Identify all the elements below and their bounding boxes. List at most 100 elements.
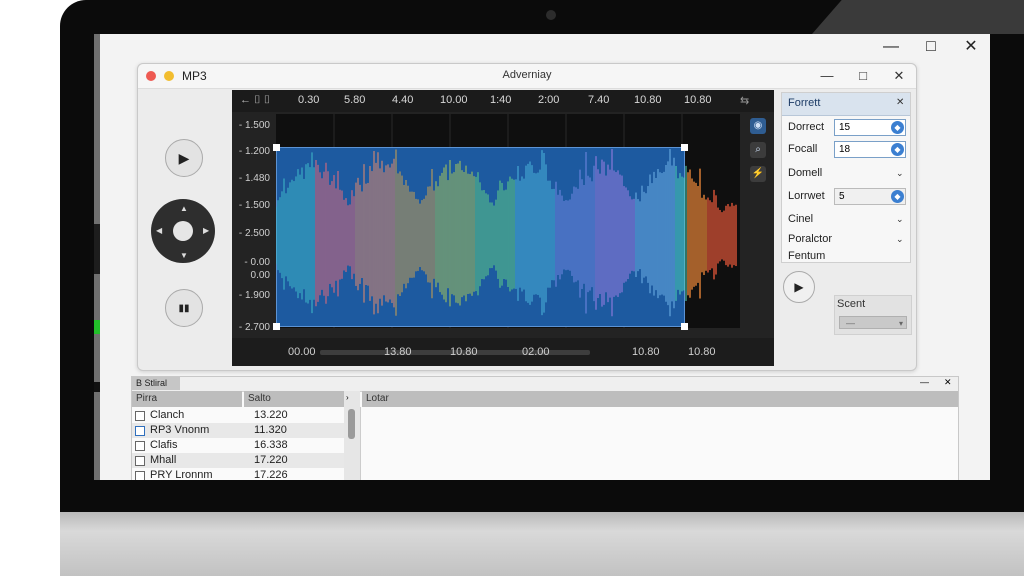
format-row-label: Lorrwet [788, 190, 825, 202]
format-panel-title: Forrett [788, 97, 821, 109]
table-row[interactable]: PRY Lronnm 17.226 [132, 468, 344, 480]
row-name: Clanch [150, 409, 185, 421]
navigation-pad[interactable]: ▲ ▼ ◀ ▶ [151, 199, 215, 263]
desktop-strip [94, 34, 100, 480]
swap-icon[interactable]: ⇆ [740, 94, 749, 107]
format-input[interactable]: 15 ◆ [834, 119, 906, 136]
table-row[interactable]: Clafis 16.338 [132, 438, 344, 453]
time-ruler: ← ⌷ ⌷ 0.30 5.80 4.40 10.00 1:40 2:00 7.4… [232, 90, 774, 112]
row-value: 11.320 [254, 424, 287, 436]
monitor-chin [60, 512, 1024, 576]
ruler-tick: 1:40 [490, 94, 512, 106]
row-checkbox[interactable] [135, 471, 145, 480]
right-arrow-icon[interactable]: ▶ [203, 226, 209, 235]
table-row[interactable]: Clanch 13.220 [132, 408, 344, 423]
format-panel-close[interactable]: ✕ [896, 97, 904, 108]
bottom-panel-titlebar: B Stliral — ✕ [132, 377, 958, 392]
up-arrow-icon[interactable]: ▲ [180, 204, 188, 213]
format-input[interactable]: 18 ◆ [834, 141, 906, 158]
row-value: 17.220 [254, 454, 288, 466]
start-select-value: — [846, 318, 855, 328]
webcam [546, 10, 556, 20]
preview-play-button[interactable]: ▶ [783, 271, 815, 303]
amplitude-label: - 1.900 [238, 290, 270, 301]
bottom-close-button[interactable]: ✕ [944, 377, 952, 388]
down-arrow-icon[interactable]: ▼ [180, 251, 188, 260]
spinner-icon[interactable]: ◆ [891, 143, 904, 156]
table-row[interactable]: Mhall 17.220 [132, 453, 344, 468]
waveform-panel: ← ⌷ ⌷ 0.30 5.80 4.40 10.00 1:40 2:00 7.4… [232, 90, 774, 366]
bottom-tab[interactable]: B Stliral [132, 377, 180, 390]
close-button[interactable]: ✕ [890, 67, 908, 85]
ruler-toolbar-icons[interactable]: ← ⌷ ⌷ [240, 94, 270, 107]
left-arrow-icon[interactable]: ◀ [156, 226, 162, 235]
row-checkbox[interactable] [135, 426, 145, 436]
row-name: RP3 Vnonm [150, 424, 210, 436]
spinner-icon[interactable]: ◆ [891, 121, 904, 134]
waveform-canvas[interactable] [273, 114, 740, 330]
ruler-tick: 10.80 [684, 94, 712, 106]
row-checkbox[interactable] [135, 411, 145, 421]
column-header-right[interactable]: Lotar [362, 391, 958, 407]
play-icon: ▶ [178, 149, 190, 166]
ruler-tick: 4.40 [392, 94, 414, 106]
format-input[interactable]: 5 ◆ [834, 188, 906, 205]
row-value: 17.226 [254, 469, 288, 480]
selection-handle[interactable] [273, 323, 280, 330]
ruler-tick: 10.80 [634, 94, 662, 106]
pause-button[interactable]: ▮▮ [165, 289, 203, 327]
row-checkbox[interactable] [135, 456, 145, 466]
outer-minimize-button[interactable]: — [880, 36, 902, 58]
ruler-tick: 2:00 [538, 94, 560, 106]
format-input-value: 18 [839, 144, 851, 155]
chevron-right-icon: › [346, 393, 349, 402]
play-icon: ▶ [794, 280, 804, 294]
selection-handle[interactable] [681, 323, 688, 330]
ruler-tick: 5.80 [344, 94, 366, 106]
maximize-button[interactable]: □ [854, 67, 872, 85]
window-title: Adverniay [502, 69, 552, 81]
timeline-tick: 10.80 [688, 346, 716, 358]
format-panel: Forrett ✕ Dorrect 15 ◆ Focall 18 ◆ Domell ⌄ Lorr… [781, 92, 911, 263]
zoom-icon[interactable]: ⌕ [750, 142, 766, 158]
column-header-name[interactable]: Pirra [132, 391, 242, 407]
outer-maximize-button[interactable]: □ [920, 36, 942, 58]
pause-icon: ▮▮ [178, 302, 190, 314]
center-button[interactable] [173, 221, 193, 241]
format-row-label: Fentum [788, 250, 826, 262]
selection-handle[interactable] [273, 144, 280, 151]
start-group: Scent — ▾ [834, 295, 912, 335]
effect-icon[interactable]: ⚡ [750, 166, 766, 182]
chevron-down-icon[interactable]: ⌄ [896, 234, 904, 245]
scroll-thumb[interactable] [348, 409, 355, 439]
format-panel-header: Forrett ✕ [782, 93, 910, 116]
chevron-down-icon[interactable]: ⌄ [896, 214, 904, 225]
amplitude-zero-label: 0.00 [250, 270, 270, 281]
record-icon[interactable]: ◉ [750, 118, 766, 134]
audio-editor-window: MP3 Adverniay — □ ✕ ▶ ▲ ▼ ◀ ▶ ▮▮ ← ⌷ ⌷ 0… [137, 63, 917, 371]
start-select[interactable]: — ▾ [839, 316, 907, 329]
outer-close-button[interactable]: ✕ [960, 36, 982, 58]
spinner-icon[interactable]: ◆ [891, 190, 904, 203]
selection-handle[interactable] [681, 144, 688, 151]
play-button[interactable]: ▶ [165, 139, 203, 177]
bottom-timeline: 00.00 13.80 10.80 02.00 10.80 10.80 [232, 338, 774, 366]
selection-region[interactable] [276, 147, 685, 327]
timeline-tick: 13.80 [384, 346, 412, 358]
format-row-label: Poralctor [788, 233, 833, 245]
table-row[interactable]: RP3 Vnonm 11.320 [132, 423, 344, 438]
column-header-value[interactable]: Salto [244, 391, 344, 407]
row-value: 13.220 [254, 409, 288, 421]
list-scrollbar[interactable]: › [344, 391, 360, 480]
minimize-button[interactable]: — [818, 67, 836, 85]
bezel-glare [812, 0, 1024, 34]
row-name: PRY Lronnm [150, 469, 213, 480]
format-row-label: Domell [788, 167, 823, 179]
timeline-tick: 10.80 [450, 346, 478, 358]
bottom-minimize-button[interactable]: — [920, 377, 929, 387]
start-label: Scent [837, 298, 866, 310]
ruler-tick: 10.00 [440, 94, 468, 106]
amplitude-label: - 1.480 [238, 173, 270, 184]
chevron-down-icon[interactable]: ⌄ [896, 168, 904, 179]
row-checkbox[interactable] [135, 441, 145, 451]
